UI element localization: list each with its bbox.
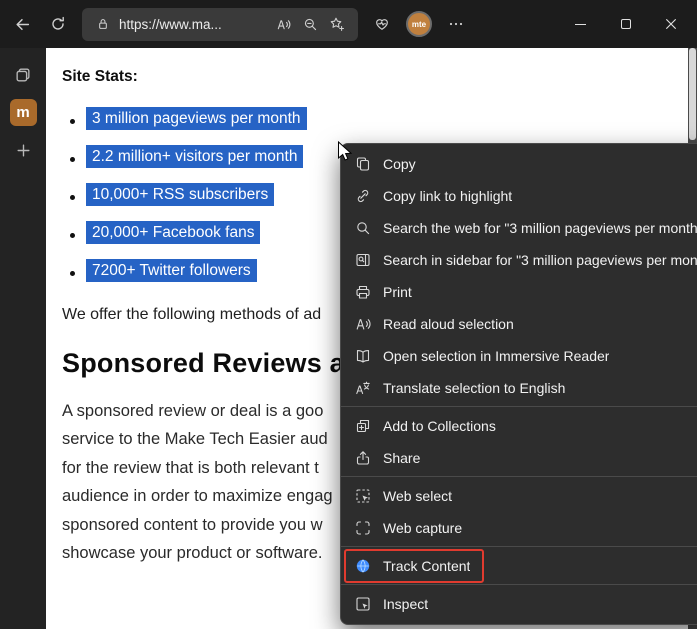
menu-item-web-capture[interactable]: Web capture — [341, 512, 697, 544]
menu-item-label: Copy link to highlight — [383, 188, 513, 204]
new-tab-button[interactable] — [8, 135, 38, 165]
refresh-button[interactable] — [40, 6, 76, 42]
back-button[interactable] — [4, 6, 40, 42]
menu-item-translate[interactable]: Translate selection to English — [341, 372, 697, 404]
maximize-button[interactable] — [603, 3, 648, 45]
back-icon — [15, 18, 29, 30]
url-text[interactable]: https://www.ma... — [119, 17, 267, 32]
menu-item-add-to-collections[interactable]: Add to Collections — [341, 410, 697, 442]
browser-essentials-button[interactable] — [364, 6, 400, 42]
read-aloud-icon[interactable] — [272, 13, 294, 35]
inspect-icon — [355, 596, 371, 612]
copy-link-icon — [355, 188, 371, 204]
menu-item-copy[interactable]: Copy — [341, 148, 697, 180]
highlighted-text: 20,000+ Facebook fans — [86, 221, 261, 244]
track-content-icon — [355, 558, 371, 574]
minimize-icon — [575, 23, 586, 25]
tabs-icon — [16, 68, 30, 82]
heart-pulse-icon — [376, 19, 388, 30]
menu-item-search-web[interactable]: Search the web for "3 million pageviews … — [341, 212, 697, 244]
web-capture-icon — [355, 520, 371, 536]
menu-item-inspect[interactable]: Inspect — [341, 588, 697, 620]
menu-item-label: Copy — [383, 156, 416, 172]
menu-item-label: Share — [383, 450, 421, 466]
menu-item-label: Read aloud selection — [383, 316, 514, 332]
profile-avatar[interactable]: mte — [406, 11, 432, 37]
menu-item-label: Inspect — [383, 596, 429, 612]
maximize-icon — [620, 19, 631, 29]
zoom-out-icon[interactable] — [299, 13, 321, 35]
favicon-label: m — [16, 104, 30, 121]
menu-separator — [341, 476, 697, 477]
mouse-cursor — [338, 141, 353, 161]
menu-separator — [341, 584, 697, 585]
address-bar[interactable]: https://www.ma... — [82, 7, 358, 41]
highlighted-text: 3 million pageviews per month — [86, 107, 307, 130]
plus-icon — [16, 143, 30, 157]
menu-item-label: Print — [383, 284, 412, 300]
active-tab-favicon[interactable]: m — [9, 99, 37, 126]
refresh-icon — [52, 16, 64, 30]
settings-menu-button[interactable] — [438, 6, 474, 42]
close-button[interactable] — [648, 3, 693, 45]
immersive-reader-icon — [355, 348, 371, 364]
highlighted-text: 7200+ Twitter followers — [86, 259, 257, 282]
scrollbar-thumb[interactable] — [689, 48, 696, 140]
lock-icon[interactable] — [92, 13, 114, 35]
browser-toolbar: https://www.ma... mte — [0, 0, 697, 48]
add-favorite-star-icon[interactable] — [326, 13, 348, 35]
menu-item-label: Search in sidebar for "3 million pagevie… — [383, 252, 697, 268]
menu-item-label: Web select — [383, 488, 452, 504]
menu-item-web-select[interactable]: Web select — [341, 480, 697, 512]
print-icon — [355, 284, 371, 300]
copy-icon — [355, 156, 371, 172]
ellipsis-icon — [449, 22, 463, 26]
translate-icon — [355, 380, 371, 396]
menu-item-label: Web capture — [383, 520, 463, 536]
site-stats-heading: Site Stats: — [62, 68, 138, 85]
menu-item-copy-link-to-highlight[interactable]: Copy link to highlight — [341, 180, 697, 212]
menu-separator — [341, 406, 697, 407]
minimize-button[interactable] — [558, 3, 603, 45]
search-sidebar-icon — [355, 252, 371, 268]
highlighted-text: 2.2 million+ visitors per month — [86, 145, 304, 168]
browser-window: https://www.ma... mte m Site Stats: 3 mi… — [0, 0, 697, 629]
menu-item-label: Add to Collections — [383, 418, 496, 434]
tab-actions-button[interactable] — [8, 60, 38, 90]
close-icon — [665, 19, 676, 29]
highlighted-text: 10,000+ RSS subscribers — [86, 183, 275, 206]
context-menu: Copy Copy link to highlight Search the w… — [340, 143, 697, 625]
vertical-tabs-rail: m — [0, 48, 46, 629]
menu-item-track-content[interactable]: Track Content — [341, 549, 697, 583]
search-icon — [355, 220, 371, 236]
menu-item-label: Translate selection to English — [383, 380, 566, 396]
list-item: 3 million pageviews per month — [62, 107, 697, 130]
menu-item-read-aloud[interactable]: Read aloud selection — [341, 308, 697, 340]
collections-icon — [355, 418, 371, 434]
menu-separator — [341, 546, 697, 547]
menu-item-label: Open selection in Immersive Reader — [383, 348, 610, 364]
menu-item-label: Track Content — [383, 558, 471, 574]
web-select-icon — [355, 488, 371, 504]
menu-item-print[interactable]: Print — [341, 276, 697, 308]
menu-item-label: Search the web for "3 million pageviews … — [383, 220, 697, 236]
share-icon — [355, 450, 371, 466]
read-aloud-icon — [355, 316, 371, 332]
menu-item-immersive-reader[interactable]: Open selection in Immersive Reader — [341, 340, 697, 372]
menu-item-share[interactable]: Share — [341, 442, 697, 474]
menu-item-search-sidebar[interactable]: Search in sidebar for "3 million pagevie… — [341, 244, 697, 276]
